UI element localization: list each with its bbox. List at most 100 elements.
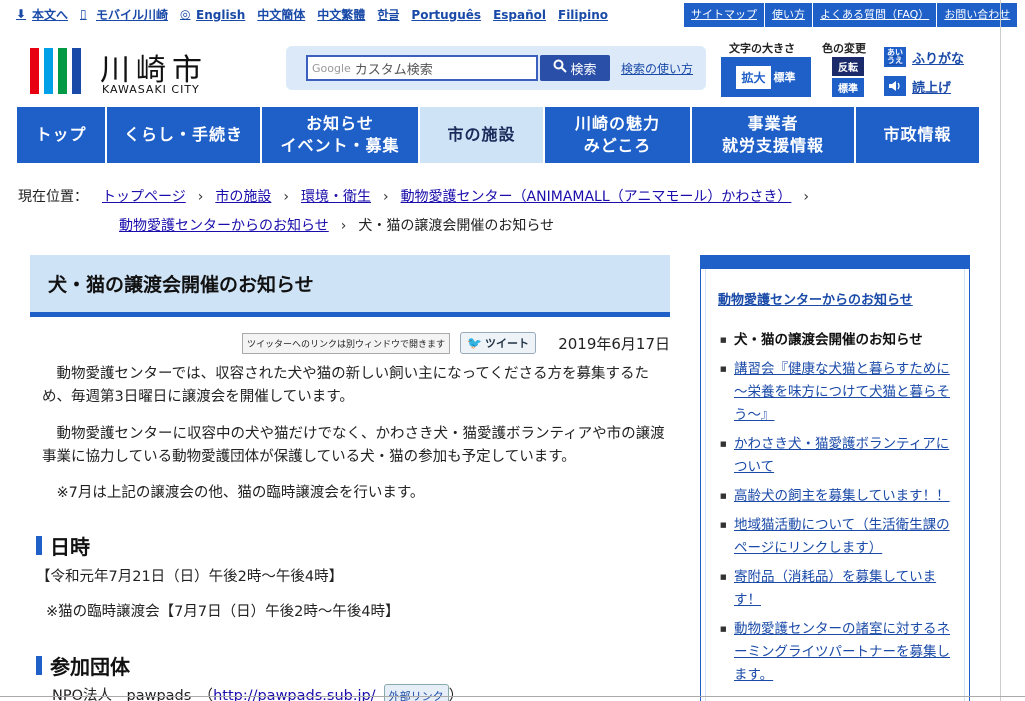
sidebar: 動物愛護センターからのお知らせ 犬・猫の譲渡会開催のお知らせ 講習会『健康な犬猫… — [700, 255, 970, 701]
lang-korean-link[interactable]: 한글 — [377, 6, 399, 23]
paragraph-intro: 動物愛護センターでは、収容された犬や猫の新しい飼い主になってくださる方を募集する… — [42, 366, 649, 405]
color-invert-button[interactable]: 反転 — [832, 57, 864, 76]
text-standard-button[interactable]: 標準 — [773, 69, 796, 85]
publish-date: 2019年6月17日 — [558, 334, 670, 353]
heading-groups-label: 参加団体 — [50, 655, 130, 679]
mobile-phone-icon: ▯ — [80, 7, 87, 21]
heading-marker-icon — [36, 656, 42, 675]
how-to-use-link[interactable]: 使い方 — [765, 3, 813, 27]
nav-living[interactable]: くらし・手続き — [107, 107, 260, 163]
breadcrumb-link-environment[interactable]: 環境・衛生 — [301, 183, 371, 212]
logo-en-text: KAWASAKI CITY — [102, 83, 200, 96]
text-enlarge-button[interactable]: 拡大 — [736, 65, 771, 89]
read-aloud-button[interactable]: 読上げ — [884, 76, 951, 96]
read-aloud-label: 読上げ — [912, 80, 952, 96]
breadcrumb: 現在位置： トップページ › 市の施設 › 環境・衛生 › 動物愛護センター（A… — [18, 183, 978, 241]
page-title: 犬・猫の譲渡会開催のお知らせ — [30, 255, 670, 317]
search-button[interactable]: 検索 — [540, 55, 610, 81]
nav-business[interactable]: 事業者 就労支援情報 — [692, 107, 854, 163]
mobile-site-label: モバイル川崎 — [96, 8, 169, 22]
color-change-controls: 反転 標準 — [832, 57, 864, 97]
utility-links: サイトマップ 使い方 よくある質問（FAQ） お問い合わせ — [684, 3, 1019, 27]
tweet-label: ツイート — [484, 337, 529, 350]
heading-groups: 参加団体 — [36, 651, 130, 680]
window-edge — [1000, 0, 1001, 701]
breadcrumb-link-top[interactable]: トップページ — [102, 183, 186, 212]
sidebar-link[interactable]: 動物愛護センターの諸室に対するネーミングライツパートナーを募集します。 — [734, 621, 950, 683]
top-utility-bar: ⬇ 本文へ ▯ モバイル川崎 ◎ English 中文簡体 中文繁體 한글 Portu… — [0, 0, 1019, 32]
chevron-right-icon: › — [197, 189, 204, 205]
color-standard-button[interactable]: 標準 — [832, 78, 864, 97]
twitter-bird-icon: 🐦 — [467, 336, 482, 350]
external-link-badge: 外部リンク — [383, 684, 449, 701]
sitemap-link[interactable]: サイトマップ — [684, 3, 765, 27]
nav-news-events[interactable]: お知らせ イベント・募集 — [262, 107, 418, 163]
search-button-label: 検索 — [570, 62, 597, 78]
nav-attractions[interactable]: 川崎の魅力 みどころ — [545, 107, 690, 163]
mobile-site-link[interactable]: ▯ モバイル川崎 — [80, 6, 168, 23]
sidebar-title[interactable]: 動物愛護センターからのお知らせ — [718, 289, 913, 308]
list-item: かわさき犬・猫愛護ボランティアについて — [720, 433, 958, 479]
furigana-label: ふりがな — [912, 51, 965, 67]
nav-top[interactable]: トップ — [17, 107, 105, 163]
search-icon — [553, 59, 568, 77]
nav-city-info[interactable]: 市政情報 — [856, 107, 979, 163]
chevron-right-icon: › — [283, 189, 289, 205]
breadcrumb-current: 犬・猫の譲渡会開催のお知らせ — [358, 218, 555, 234]
window-edge-bottom — [0, 696, 1025, 697]
logo-bars-icon — [30, 48, 81, 94]
city-logo[interactable]: 川崎市 KAWASAKI CITY — [30, 45, 220, 100]
lang-zh-hans-link[interactable]: 中文簡体 — [257, 6, 305, 23]
lang-zh-hant-link[interactable]: 中文繁體 — [317, 6, 365, 23]
list-item: 寄附品（消耗品）を募集しています！ — [720, 566, 958, 612]
google-label: Google — [312, 61, 351, 75]
lang-english-label: English — [196, 7, 246, 22]
globe-icon: ◎ — [180, 7, 191, 21]
breadcrumb-link-facilities[interactable]: 市の施設 — [215, 183, 271, 212]
lang-portuguese-link[interactable]: Português — [411, 6, 481, 23]
furigana-button[interactable]: あい うえ ふりがな — [884, 47, 964, 67]
speaker-icon — [884, 76, 906, 96]
breadcrumb-link-center[interactable]: 動物愛護センター（ANIMAMALL（アニマモール）かわさき） — [401, 183, 792, 212]
tweet-button[interactable]: 🐦 ツイート — [460, 332, 536, 354]
list-item: 地域猫活動について（生活衛生課のページにリンクします） — [720, 514, 958, 560]
lang-spanish-link[interactable]: Español — [493, 6, 546, 23]
sidebar-list: 犬・猫の譲渡会開催のお知らせ 講習会『健康な犬猫と暮らすために～栄養を味方につけ… — [720, 329, 958, 693]
lang-filipino-link[interactable]: Filipino — [558, 6, 608, 23]
skip-to-content-label: 本文へ — [32, 8, 69, 22]
sidebar-item-current: 犬・猫の譲渡会開催のお知らせ — [720, 329, 958, 352]
color-change-title: 色の変更 — [822, 42, 866, 55]
contact-link[interactable]: お問い合わせ — [937, 3, 1019, 27]
sidebar-link[interactable]: 地域猫活動について（生活衛生課のページにリンクします） — [734, 517, 950, 556]
sidebar-link[interactable]: 寄附品（消耗品）を募集しています！ — [734, 569, 936, 608]
paragraph-participants: 動物愛護センターに収容中の犬や猫だけでなく、かわさき犬・猫愛護ボランティアや市の… — [42, 426, 665, 465]
group-url-link[interactable]: http://pawpads.sub.jp/ — [213, 688, 376, 701]
global-nav: トップ くらし・手続き お知らせ イベント・募集 市の施設 川崎の魅力 みどころ… — [17, 107, 983, 163]
text-size-controls: 拡大 標準 — [721, 57, 811, 97]
paragraph-note: ※7月は上記の譲渡会の他、猫の臨時譲渡会を行います。 — [42, 485, 425, 501]
heading-datetime: 日時 — [36, 531, 90, 560]
chevron-right-icon: › — [382, 189, 389, 205]
chevron-right-icon: › — [803, 189, 809, 205]
nav-facilities[interactable]: 市の施設 — [420, 107, 543, 163]
sidebar-link[interactable]: 講習会『健康な犬猫と暮らすために～栄養を味方につけて犬猫と暮らそう～』 — [734, 361, 950, 423]
language-bar: ⬇ 本文へ ▯ モバイル川崎 ◎ English 中文簡体 中文繁體 한글 Portu… — [16, 6, 620, 23]
search-input[interactable]: Google カスタム検索 — [306, 55, 538, 81]
heading-marker-icon — [36, 536, 42, 555]
group-name: NPO法人 pawpads （ — [52, 688, 214, 701]
sidebar-link[interactable]: かわさき犬・猫愛護ボランティアについて — [734, 436, 949, 475]
search-help-link[interactable]: 検索の使い方 — [621, 60, 693, 77]
group-close: ） — [448, 688, 464, 701]
breadcrumb-link-notices[interactable]: 動物愛護センターからのお知らせ — [119, 212, 329, 241]
list-item: 動物愛護センターの諸室に対するネーミングライツパートナーを募集します。 — [720, 618, 958, 687]
skip-to-content-link[interactable]: ⬇ 本文へ — [16, 6, 68, 23]
datetime-extra: ※猫の臨時譲渡会【7月7日（日）午後2時～午後4時】 — [46, 604, 400, 620]
sidebar-link[interactable]: 高齢犬の飼主を募集しています！！ — [734, 488, 950, 504]
datetime-main: 【令和元年7月21日（日）午後2時～午後4時】 — [36, 569, 344, 585]
lang-english-link[interactable]: ◎ English — [180, 6, 245, 23]
list-item: 講習会『健康な犬猫と暮らすために～栄養を味方につけて犬猫と暮らそう～』 — [720, 358, 958, 427]
sidebar-inner: 動物愛護センターからのお知らせ 犬・猫の譲渡会開催のお知らせ 講習会『健康な犬猫… — [705, 269, 965, 701]
faq-link[interactable]: よくある質問（FAQ） — [813, 3, 938, 27]
search-placeholder: カスタム検索 — [354, 62, 433, 78]
twitter-note: ツイッターへのリンクは別ウィンドウで開きます — [242, 332, 451, 354]
